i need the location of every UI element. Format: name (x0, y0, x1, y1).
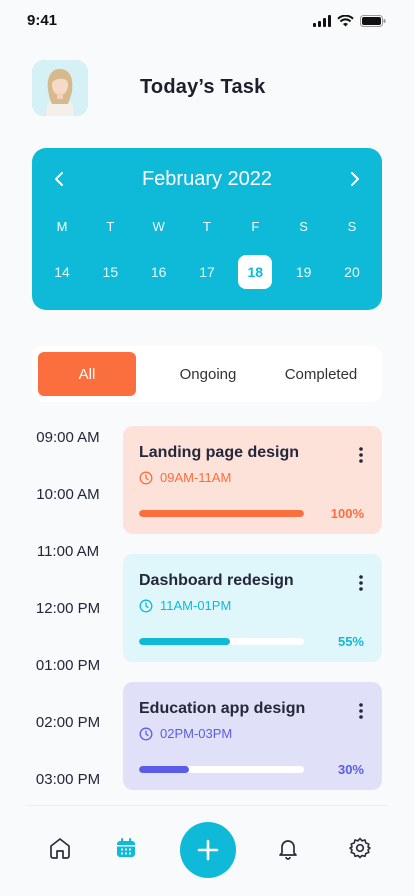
task-time: 09AM-11AM (139, 470, 231, 485)
calendar-date[interactable]: 20 (335, 255, 369, 289)
wifi-icon (337, 15, 354, 27)
calendar-date[interactable]: 15 (93, 255, 127, 289)
weekday-label: T (106, 218, 115, 234)
calendar-weekdays: M T W T F S S (45, 217, 369, 235)
chevron-right-icon[interactable] (344, 168, 364, 190)
more-vertical-icon[interactable] (358, 446, 364, 464)
calendar-dates: 14 15 16 17 18 19 20 (45, 255, 369, 289)
battery-icon (360, 15, 386, 27)
timeline-label: 12:00 PM (35, 600, 101, 617)
weekday-label: T (203, 218, 211, 234)
clock-icon (139, 727, 153, 740)
task-filter-tabs: All Ongoing Completed (32, 346, 382, 402)
timeline-label: 11:00 AM (36, 543, 100, 560)
task-progress-fill (139, 638, 230, 645)
divider (26, 805, 388, 806)
weekday-label: W (152, 218, 165, 234)
task-time-range: 02PM-03PM (160, 726, 233, 741)
task-time: 02PM-03PM (139, 726, 232, 741)
user-avatar-icon (32, 60, 88, 116)
task-progress-bar (139, 510, 304, 517)
timeline-label: 02:00 PM (35, 714, 101, 731)
calendar-date-selected[interactable]: 18 (238, 255, 273, 289)
avatar[interactable] (32, 60, 88, 116)
plus-icon (197, 839, 219, 861)
calendar-date[interactable]: 16 (142, 255, 176, 289)
calendar-date[interactable]: 19 (287, 255, 321, 289)
calendar-icon[interactable] (113, 835, 139, 861)
task-progress-fill (139, 766, 189, 773)
calendar-month: February 2022 (141, 168, 273, 190)
status-bar: 9:41 (0, 0, 414, 44)
clock-icon (139, 599, 153, 612)
signal-icon (313, 15, 331, 27)
task-progress-label: 55% (337, 634, 364, 649)
task-card[interactable]: Landing page design 09AM-11AM 100% (123, 426, 382, 534)
task-progress-label: 30% (337, 762, 364, 777)
task-time: 11AM-01PM (139, 598, 231, 613)
screen: 9:41 Today’s Task February 2022 M T W T … (0, 0, 414, 896)
timeline-label: 10:00 AM (36, 486, 100, 503)
timeline-label: 03:00 PM (35, 771, 101, 788)
task-time-range: 09AM-11AM (160, 470, 232, 485)
tab-all[interactable]: All (38, 352, 136, 396)
task-card[interactable]: Education app design 02PM-03PM 30% (123, 682, 382, 790)
gear-icon[interactable] (347, 835, 373, 861)
weekday-label: F (251, 218, 260, 234)
more-vertical-icon[interactable] (358, 574, 364, 592)
page-title: Today’s Task (140, 76, 266, 98)
task-progress-label: 100% (330, 506, 364, 521)
calendar-date[interactable]: 17 (190, 255, 224, 289)
task-title: Landing page design (139, 444, 300, 461)
task-progress-fill (139, 510, 304, 517)
tab-completed[interactable]: Completed (270, 352, 372, 396)
task-title: Education app design (139, 700, 306, 717)
status-icons (313, 15, 386, 27)
timeline-label: 09:00 AM (36, 429, 100, 446)
tab-ongoing[interactable]: Ongoing (160, 352, 256, 396)
more-vertical-icon[interactable] (358, 702, 364, 720)
weekday-label: S (347, 218, 357, 234)
add-task-button[interactable] (180, 822, 236, 878)
task-card[interactable]: Dashboard redesign 11AM-01PM 55% (123, 554, 382, 662)
weekday-label: M (56, 218, 68, 234)
task-progress-bar (139, 638, 304, 645)
calendar-card: February 2022 M T W T F S S 14 15 16 17 … (32, 148, 382, 310)
task-progress-bar (139, 766, 304, 773)
task-title: Dashboard redesign (139, 572, 294, 589)
calendar-date[interactable]: 14 (45, 255, 79, 289)
timeline-label: 01:00 PM (35, 657, 101, 674)
clock-icon (139, 471, 153, 484)
task-time-range: 11AM-01PM (160, 598, 232, 613)
bell-icon[interactable] (275, 835, 301, 861)
status-time: 9:41 (27, 12, 58, 29)
weekday-label: S (299, 218, 308, 234)
home-icon[interactable] (47, 835, 73, 861)
